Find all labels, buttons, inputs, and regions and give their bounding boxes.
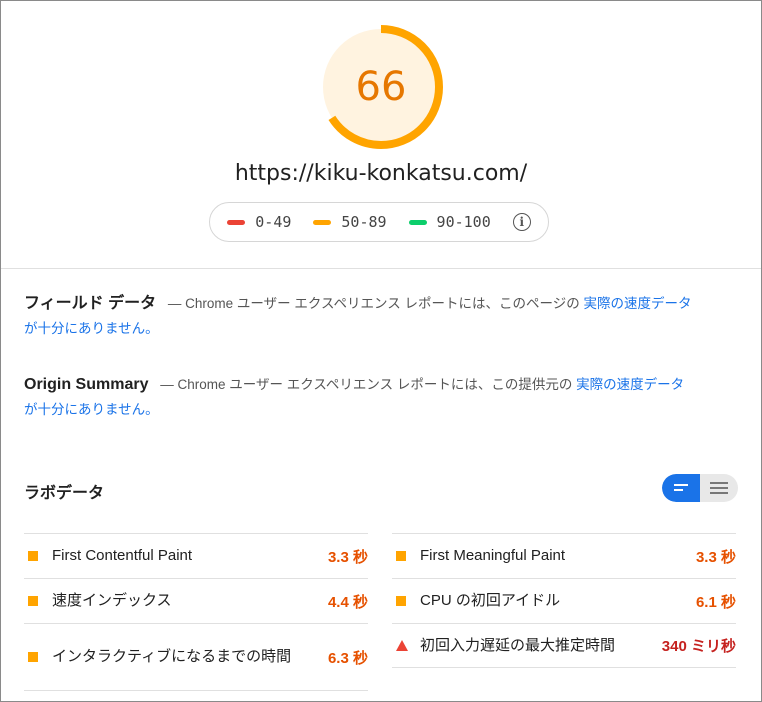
info-icon[interactable]: i (512, 213, 531, 231)
score-gauge: 66 (317, 23, 445, 151)
report-frame: 66 https://kiku-konkatsu.com/ 0-49 50-89… (0, 0, 762, 702)
metric-label: First Contentful Paint (52, 547, 193, 564)
metric-row: First Contentful Paint 3.3 秒 (24, 533, 368, 578)
list-view-icon (710, 482, 728, 494)
legend-item-fail: 0-49 (227, 213, 291, 231)
legend-swatch-red (227, 219, 246, 225)
lab-data-title: ラボデータ (24, 485, 105, 502)
metric-label: インタラクティブになるまでの時間 (52, 648, 292, 665)
average-square-icon (28, 596, 48, 606)
field-data-section: フィールド データ — Chrome ユーザー エクスペリエンス レポートには、… (24, 291, 694, 341)
metric-label: First Meaningful Paint (420, 547, 566, 564)
legend-item-pass: 90-100 (408, 213, 491, 231)
metric-row: 速度インデックス 4.4 秒 (24, 578, 368, 623)
metric-row: 初回入力遅延の最大推定時間 340 ミリ秒 (392, 623, 736, 668)
legend-item-average: 50-89 (313, 213, 387, 231)
list-view-button[interactable] (700, 474, 738, 502)
average-square-icon (28, 652, 48, 662)
metric-value: 6.3 秒 (327, 649, 368, 667)
legend-label: 90-100 (436, 213, 491, 231)
metric-value: 340 ミリ秒 (661, 638, 736, 655)
view-toggle (662, 474, 738, 502)
fail-triangle-icon (396, 640, 416, 651)
metrics-right: First Meaningful Paint 3.3 秒 CPU の初回アイドル… (392, 533, 736, 668)
field-data-title: フィールド データ (24, 295, 157, 312)
metric-row: インタラクティブになるまでの時間 6.3 秒 (24, 623, 368, 691)
metric-value: 6.1 秒 (695, 593, 736, 611)
metric-value: 3.3 秒 (695, 548, 736, 566)
metric-label: CPU の初回アイドル (420, 592, 561, 609)
origin-summary-section: Origin Summary — Chrome ユーザー エクスペリエンス レポ… (24, 372, 694, 422)
metrics-left: First Contentful Paint 3.3 秒 速度インデックス 4.… (24, 533, 368, 691)
origin-summary-text: — Chrome ユーザー エクスペリエンス レポートには、この提供元の (160, 377, 573, 392)
average-square-icon (396, 596, 416, 606)
metric-row: CPU の初回アイドル 6.1 秒 (392, 578, 736, 623)
bars-view-button[interactable] (662, 474, 700, 502)
score-legend: 0-49 50-89 90-100 i (209, 202, 549, 242)
average-square-icon (396, 551, 416, 561)
bars-view-icon (674, 484, 688, 491)
page-url: https://kiku-konkatsu.com/ (234, 161, 528, 186)
legend-label: 50-89 (341, 213, 387, 231)
metric-row: First Meaningful Paint 3.3 秒 (392, 533, 736, 578)
metric-label: 速度インデックス (52, 592, 172, 609)
legend-label: 0-49 (255, 213, 292, 231)
metric-label: 初回入力遅延の最大推定時間 (420, 636, 616, 654)
legend-swatch-green (408, 219, 427, 225)
legend-swatch-orange (313, 219, 332, 225)
metric-value: 3.3 秒 (327, 548, 368, 566)
metric-value: 4.4 秒 (327, 593, 368, 611)
score-value: 66 (355, 64, 407, 110)
origin-summary-title: Origin Summary (24, 376, 149, 393)
field-data-text: — Chrome ユーザー エクスペリエンス レポートには、このページの (167, 296, 580, 311)
average-square-icon (28, 551, 48, 561)
header-divider (1, 268, 761, 269)
